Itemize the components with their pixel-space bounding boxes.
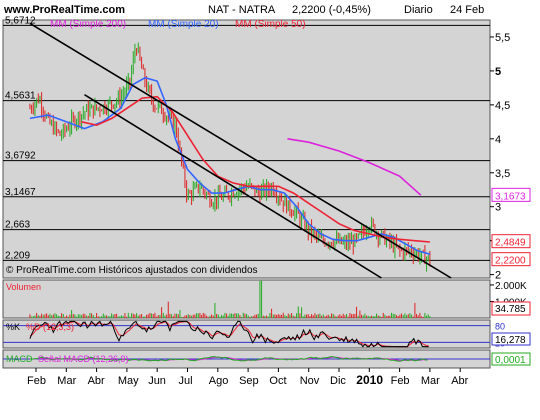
- x-tick-label: Jul: [179, 375, 193, 387]
- y-tick-label: 5,5: [495, 32, 510, 44]
- date-label: 24 Feb: [450, 4, 484, 16]
- x-tick-label: Abr: [451, 375, 468, 387]
- stock-chart: www.ProRealTime.com NAT - NATRA 2,2200 (…: [2, 4, 531, 387]
- ma200-legend: MM (Simple 200): [50, 19, 126, 30]
- x-tick-label: Nov: [300, 375, 320, 387]
- macd-label: MACD: [6, 354, 33, 364]
- y-tick-label: 4,5: [495, 100, 510, 112]
- site-label: www.ProRealTime.com: [3, 4, 125, 16]
- stoch-k-label: %K: [6, 322, 20, 332]
- stoch-tick-label: 80: [495, 322, 505, 332]
- x-tick-label: Ago: [209, 375, 229, 387]
- stochastic-panel: [2, 319, 491, 349]
- volume-panel: [2, 279, 491, 319]
- y-tick-label: 4: [495, 134, 501, 146]
- x-tick-label: Feb: [27, 375, 46, 387]
- volume-tick-label: 2.000K: [495, 281, 527, 292]
- stoch-badge-text: 16,278: [495, 335, 526, 346]
- level-label: 2,209: [5, 250, 30, 261]
- x-tick-label: 2010: [356, 373, 383, 387]
- price-badge-text: 2,4849: [495, 238, 526, 249]
- level-label: 4,5631: [5, 91, 36, 102]
- ma20-legend: MM (Simple 20): [148, 19, 219, 30]
- price-panel: [2, 19, 491, 279]
- level-label: 2,663: [5, 220, 30, 231]
- x-tick-label: Feb: [391, 375, 410, 387]
- y-tick-label: 3,5: [495, 168, 510, 180]
- price-badge-text: 2,2200: [495, 256, 526, 267]
- volume-label: Volumen: [6, 282, 41, 292]
- last-price-label: 2,2200 (-0,45%): [292, 4, 371, 16]
- x-tick-label: Mar: [421, 375, 440, 387]
- macd-badge-text: 0,0001: [495, 355, 526, 366]
- x-tick-label: Oct: [269, 375, 286, 387]
- x-tick-label: May: [118, 375, 139, 387]
- volume-badge-text: 34.785: [495, 304, 526, 315]
- period-label: Diario: [404, 4, 433, 16]
- y-tick-label: 2: [495, 270, 501, 282]
- y-tick-label: 5: [495, 66, 501, 78]
- instrument-label: NAT - NATRA: [208, 4, 276, 16]
- data-notice: © ProRealTime.com Históricos ajustados c…: [6, 265, 258, 276]
- level-label: 3,1467: [5, 187, 36, 198]
- price-badge-text: 3,1673: [495, 191, 526, 202]
- x-tick-label: Sep: [239, 375, 259, 387]
- macd-signal-label: Señal MACD (12,26,9): [38, 354, 129, 364]
- x-tick-label: Dic: [330, 375, 346, 387]
- x-tick-label: Abr: [88, 375, 105, 387]
- y-tick-label: 3: [495, 202, 501, 214]
- x-tick-label: Mar: [57, 375, 76, 387]
- x-tick-label: Jun: [148, 375, 166, 387]
- stoch-d-label: %D (12,3,3): [26, 322, 74, 332]
- level-label: 3,6792: [5, 151, 36, 162]
- ma50-legend: MM (Simple 50): [235, 19, 306, 30]
